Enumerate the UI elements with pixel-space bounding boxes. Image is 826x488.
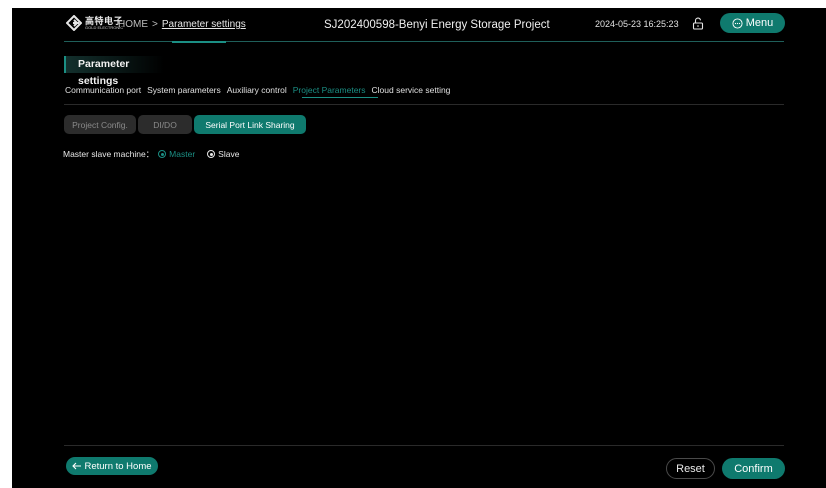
active-tab-indicator (302, 97, 378, 98)
master-slave-field: Master slave machine： Master Slave (63, 148, 239, 160)
subtab-bar: Project Config. DI/DO Serial Port Link S… (64, 115, 306, 134)
radio-master-label: Master (169, 149, 196, 159)
breadcrumb-home[interactable]: HOME (118, 19, 148, 30)
tab-communication-port[interactable]: Communication port (65, 85, 141, 95)
reset-button[interactable]: Reset (666, 458, 715, 479)
tab-system-parameters[interactable]: System parameters (147, 85, 221, 95)
radio-master[interactable]: Master (158, 149, 195, 159)
breadcrumb-current: Parameter settings (161, 19, 246, 30)
return-home-label: Return to Home (84, 460, 152, 472)
datetime: 2024-05-23 16:25:23 (595, 19, 679, 29)
breadcrumb: HOME > Parameter settings (118, 19, 246, 30)
brand-logo: 高特电子 GOLD ELECTRONIC (66, 15, 123, 31)
subtab-project-config[interactable]: Project Config. (64, 115, 136, 134)
subtab-serial-port-link-sharing[interactable]: Serial Port Link Sharing (194, 115, 306, 134)
menu-circle-icon (732, 17, 743, 29)
radio-slave-indicator[interactable] (207, 150, 216, 158)
confirm-button[interactable]: Confirm (722, 458, 785, 479)
tab-bar: Communication port System parameters Aux… (65, 85, 450, 95)
arrow-left-icon (72, 462, 82, 470)
header-divider-accent (172, 41, 226, 43)
gold-logo-icon (66, 15, 82, 31)
radio-master-indicator[interactable] (158, 150, 167, 158)
tab-auxiliary-control[interactable]: Auxiliary control (227, 85, 287, 95)
tab-divider (64, 104, 784, 105)
app-frame: 高特电子 GOLD ELECTRONIC HOME > Parameter se… (12, 8, 826, 488)
menu-button[interactable]: Menu (720, 13, 785, 33)
lock-open-icon[interactable] (692, 17, 704, 30)
radio-slave-label: Slave (218, 149, 240, 159)
subtab-di-do[interactable]: DI/DO (138, 115, 192, 134)
breadcrumb-separator: > (152, 19, 158, 30)
return-home-button[interactable]: Return to Home (66, 457, 158, 475)
footer-divider (64, 445, 784, 446)
project-title: SJ202400598-Benyi Energy Storage Project (324, 19, 550, 31)
radio-slave[interactable]: Slave (207, 149, 239, 159)
top-bar: 高特电子 GOLD ELECTRONIC HOME > Parameter se… (12, 8, 826, 42)
tab-cloud-service-setting[interactable]: Cloud service setting (372, 85, 451, 95)
section-title: Parameter settings (64, 56, 164, 87)
menu-label: Menu (745, 17, 774, 29)
tab-project-parameters[interactable]: Project Parameters (293, 85, 366, 95)
master-slave-label: Master slave machine： (63, 149, 155, 159)
